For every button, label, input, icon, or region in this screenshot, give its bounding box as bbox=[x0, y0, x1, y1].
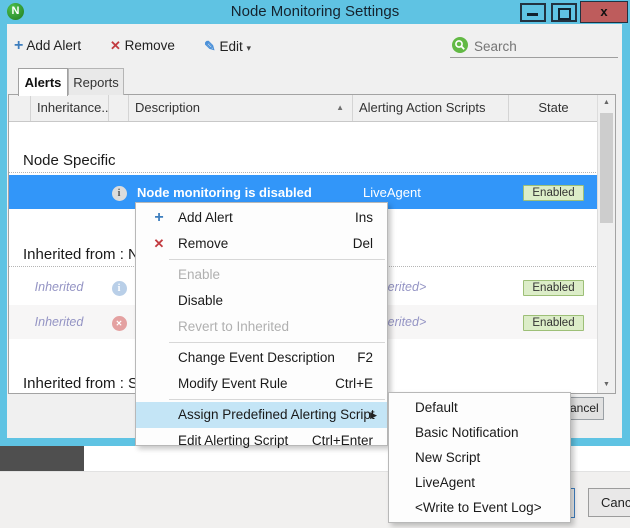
menu-item-label: Enable bbox=[178, 262, 220, 288]
column-header-state[interactable]: State bbox=[509, 95, 598, 121]
inheritance-cell: Inherited bbox=[9, 280, 109, 294]
search-input[interactable] bbox=[472, 35, 616, 57]
add-icon: + bbox=[14, 37, 23, 54]
column-header-scripts[interactable]: Alerting Action Scripts bbox=[353, 95, 509, 121]
menu-separator bbox=[169, 342, 385, 343]
menu-separator bbox=[169, 399, 385, 400]
close-button[interactable]: x bbox=[580, 1, 628, 23]
background-cancel-button[interactable]: Cancel bbox=[588, 488, 630, 517]
description-cell: Node monitoring is disabled bbox=[129, 185, 353, 200]
dialog-border-right bbox=[622, 24, 630, 446]
remove-icon: ✕ bbox=[110, 38, 121, 53]
submenu-item-default[interactable]: Default bbox=[389, 395, 570, 420]
scroll-up-icon[interactable]: ▲ bbox=[598, 95, 615, 111]
group-header-node-specific: Node Specific bbox=[9, 141, 598, 173]
icon-cell: ✕ bbox=[109, 314, 129, 331]
alerting-script-submenu: Default Basic Notification New Script Li… bbox=[388, 392, 571, 523]
tab-reports[interactable]: Reports bbox=[68, 68, 124, 95]
tab-alerts[interactable]: Alerts bbox=[18, 68, 68, 96]
menu-item-shortcut: Del bbox=[353, 231, 373, 257]
column-header-description[interactable]: Description ▲ bbox=[129, 95, 353, 121]
menu-item-assign-predefined-alerting-script[interactable]: Assign Predefined Alerting Script ▶ bbox=[136, 402, 387, 428]
status-badge: Enabled bbox=[523, 185, 583, 201]
error-icon: ✕ bbox=[112, 316, 127, 331]
column-header-icon[interactable] bbox=[109, 95, 129, 121]
submenu-item-liveagent[interactable]: LiveAgent bbox=[389, 470, 570, 495]
dialog-border-left bbox=[0, 24, 7, 446]
vertical-scrollbar[interactable]: ▲ ▼ bbox=[597, 95, 615, 393]
info-icon: i bbox=[112, 186, 127, 201]
state-cell: Enabled bbox=[509, 279, 598, 296]
chevron-down-icon: ▾ bbox=[247, 43, 252, 53]
menu-item-label: Change Event Description bbox=[178, 345, 335, 371]
menu-item-label: Assign Predefined Alerting Script bbox=[178, 402, 375, 428]
close-icon: x bbox=[600, 4, 607, 19]
add-icon: + bbox=[149, 205, 169, 231]
icon-cell: i bbox=[109, 279, 129, 296]
status-badge: Enabled bbox=[523, 315, 583, 331]
script-cell: LiveAgent bbox=[353, 185, 509, 200]
scroll-down-icon[interactable]: ▼ bbox=[598, 377, 615, 393]
state-cell: Enabled bbox=[509, 314, 598, 331]
add-alert-button[interactable]: + Add Alert bbox=[14, 36, 81, 56]
maximize-icon bbox=[558, 8, 571, 20]
screen: Cancel N Node Monitoring Settings x + Ad… bbox=[0, 0, 630, 528]
sort-asc-icon: ▲ bbox=[336, 95, 344, 120]
edit-label: Edit bbox=[220, 39, 243, 54]
info-icon: i bbox=[112, 281, 127, 296]
background-dark-panel bbox=[0, 446, 84, 471]
menu-item-change-event-description[interactable]: Change Event Description F2 bbox=[136, 345, 387, 371]
icon-cell: i bbox=[109, 184, 129, 201]
edit-dropdown-button[interactable]: ✎ Edit ▾ bbox=[204, 36, 251, 56]
menu-item-label: Disable bbox=[178, 288, 223, 314]
submenu-arrow-icon: ▶ bbox=[370, 402, 377, 428]
titlebar: N Node Monitoring Settings x bbox=[0, 0, 630, 24]
menu-item-shortcut: Ctrl+E bbox=[335, 371, 373, 397]
column-header-label: Description bbox=[135, 100, 200, 115]
menu-item-shortcut: Ctrl+Enter bbox=[312, 428, 373, 454]
menu-item-disable[interactable]: Disable bbox=[136, 288, 387, 314]
context-menu: + Add Alert Ins ✕ Remove Del Enable Disa… bbox=[135, 202, 388, 446]
minimize-button[interactable] bbox=[520, 3, 546, 22]
search-icon bbox=[452, 37, 468, 53]
submenu-item-basic-notification[interactable]: Basic Notification bbox=[389, 420, 570, 445]
status-badge: Enabled bbox=[523, 280, 583, 296]
menu-item-label: Revert to Inherited bbox=[178, 314, 289, 340]
column-header-blank[interactable] bbox=[9, 95, 31, 121]
remove-button[interactable]: ✕ Remove bbox=[110, 36, 175, 56]
column-header-inheritance[interactable]: Inheritance... bbox=[31, 95, 109, 121]
table-header: Inheritance... Description ▲ Alerting Ac… bbox=[9, 95, 598, 122]
menu-item-remove[interactable]: ✕ Remove Del bbox=[136, 231, 387, 257]
submenu-item-new-script[interactable]: New Script bbox=[389, 445, 570, 470]
search-field[interactable] bbox=[450, 34, 618, 58]
menu-item-label: Remove bbox=[178, 231, 228, 257]
menu-item-label: Edit Alerting Script bbox=[178, 428, 288, 454]
submenu-item-write-to-event-log[interactable]: <Write to Event Log> bbox=[389, 495, 570, 520]
scrollbar-thumb[interactable] bbox=[600, 113, 613, 223]
add-alert-label: Add Alert bbox=[26, 38, 81, 53]
menu-item-label: Modify Event Rule bbox=[178, 371, 288, 397]
inheritance-cell: Inherited bbox=[9, 315, 109, 329]
minimize-icon bbox=[527, 13, 538, 16]
menu-item-enable: Enable bbox=[136, 262, 387, 288]
menu-item-shortcut: Ins bbox=[355, 205, 373, 231]
menu-separator bbox=[169, 259, 385, 260]
maximize-button[interactable] bbox=[551, 3, 577, 22]
menu-item-modify-event-rule[interactable]: Modify Event Rule Ctrl+E bbox=[136, 371, 387, 397]
state-cell: Enabled bbox=[509, 184, 598, 201]
menu-item-label: Add Alert bbox=[178, 205, 233, 231]
menu-item-revert-to-inherited: Revert to Inherited bbox=[136, 314, 387, 340]
remove-icon: ✕ bbox=[149, 231, 169, 257]
remove-label: Remove bbox=[125, 38, 175, 53]
menu-item-add-alert[interactable]: + Add Alert Ins bbox=[136, 205, 387, 231]
edit-pencil-icon: ✎ bbox=[204, 38, 216, 54]
menu-item-shortcut: F2 bbox=[357, 345, 373, 371]
menu-item-edit-alerting-script[interactable]: Edit Alerting Script Ctrl+Enter bbox=[136, 428, 387, 454]
